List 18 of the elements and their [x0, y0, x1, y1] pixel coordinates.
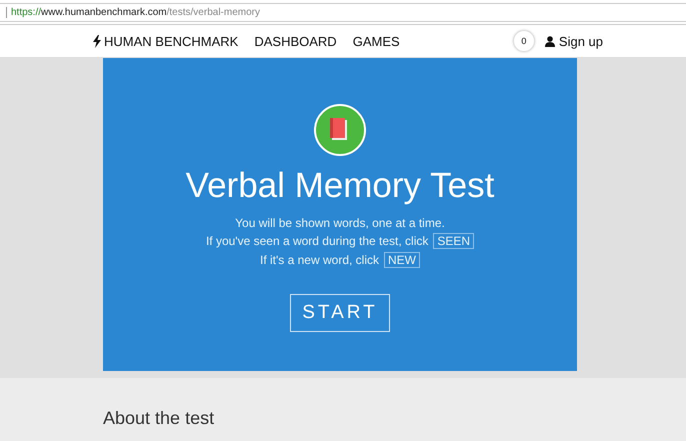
test-title: Verbal Memory Test — [186, 166, 494, 206]
nav-link[interactable]: GAMES — [352, 34, 400, 48]
instruction-text: If you've seen a word during the test, click — [206, 234, 428, 248]
start-button[interactable]: START — [290, 294, 390, 332]
instruction-text: If it's a new word, click — [260, 253, 379, 267]
keyword-label: SEEN — [433, 233, 474, 249]
address-bar[interactable]: https://www.humanbenchmark.com/tests/verbal-memory — [0, 3, 686, 22]
keyword-label: NEW — [384, 252, 420, 268]
url-text: https://www.humanbenchmark.com/tests/verbal-memory — [11, 7, 260, 18]
user-icon — [544, 36, 555, 46]
lightning-bolt-icon — [93, 34, 101, 48]
section-heading: About the test — [103, 408, 216, 429]
instruction-text: You will be shown words, one at a time. — [235, 216, 445, 230]
book-icon — [314, 104, 366, 156]
sign-up-link[interactable]: Sign up — [544, 34, 603, 48]
brand-link[interactable]: HUMAN BENCHMARK — [93, 34, 238, 48]
score-counter: 0 — [512, 30, 535, 52]
nav-link[interactable]: DASHBOARD — [254, 34, 337, 48]
